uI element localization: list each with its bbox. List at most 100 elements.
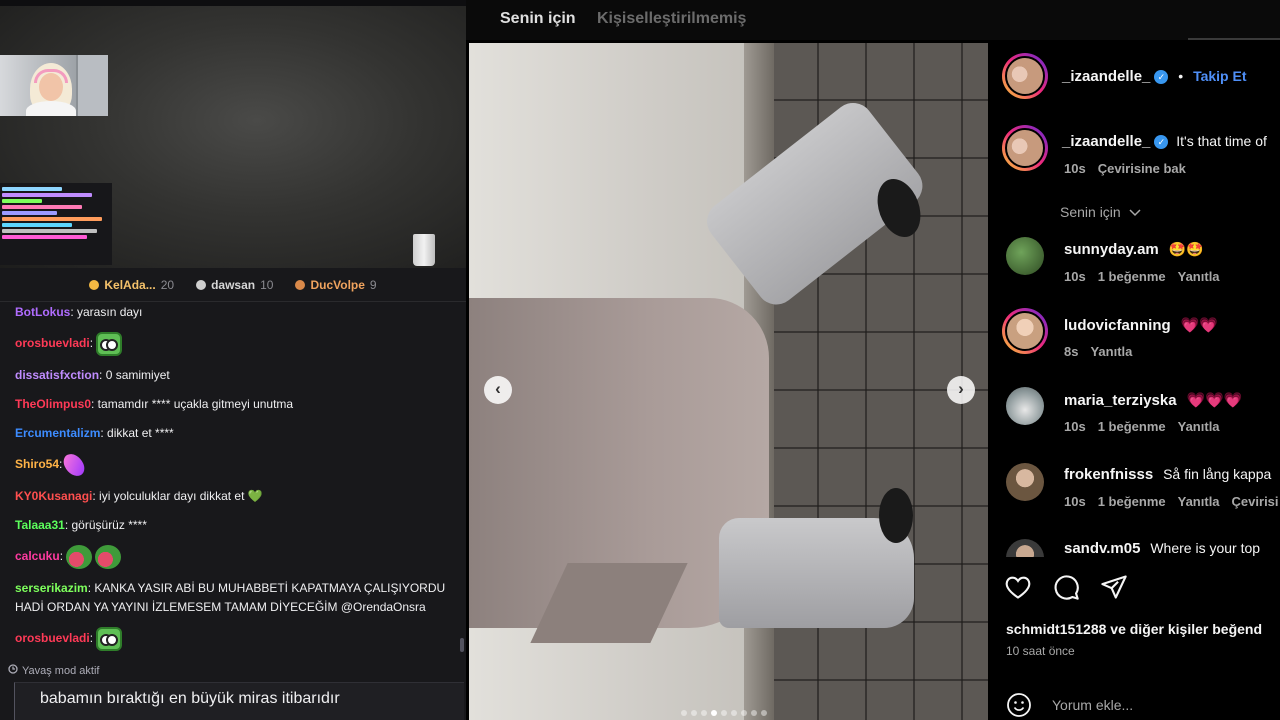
commenter-avatar[interactable] [1006, 463, 1044, 501]
comment-composer: Yorum ekle... [1006, 692, 1280, 720]
carousel-dot[interactable] [731, 710, 737, 716]
melon-emote-icon[interactable] [95, 545, 122, 569]
chevron-down-icon [1125, 204, 1141, 220]
chat-username[interactable]: TheOlimpus0 [15, 397, 91, 411]
chat-username[interactable]: orosbuevladi [15, 336, 90, 350]
chat-text: : [59, 457, 63, 472]
commenter-avatar[interactable] [1002, 308, 1048, 354]
reply-button[interactable]: Yanıtla [1090, 344, 1132, 359]
carousel-dot[interactable] [761, 710, 767, 716]
post-side-panel: _izaandelle_ ✓ • Takip Et _izaandelle_ ✓ I… [988, 43, 1280, 720]
chat-text: : dikkat et **** [100, 426, 174, 440]
chat-username[interactable]: orosbuevladi [15, 631, 90, 645]
clock-icon [8, 664, 18, 677]
tab-non-personalized[interactable]: Kişiselleştirilmemiş [597, 10, 746, 28]
commenter-avatar[interactable] [1006, 387, 1044, 425]
chat-username[interactable]: dissatisfxction [15, 368, 99, 382]
carousel-dot[interactable] [691, 710, 697, 716]
comment-text: 💗💗💗 [1186, 392, 1243, 409]
comment-username[interactable]: frokenfnisss [1064, 466, 1153, 483]
feed-tabs: Senin için Kişiselleştirilmemiş [466, 0, 1280, 40]
chat-text: : görüşürüz **** [64, 518, 147, 532]
post-photo[interactable]: ‹ › [469, 43, 988, 720]
comment-username[interactable]: sunnyday.am [1064, 241, 1159, 258]
comment-time: 10s [1064, 419, 1086, 434]
chat-message: orosbuevladi: [15, 627, 450, 651]
melon-emote-icon[interactable] [66, 545, 93, 569]
carousel-dot[interactable] [701, 710, 707, 716]
comment-item-clipped: sandv.m05 Where is your top [988, 535, 1280, 557]
frog-emote-icon[interactable] [96, 627, 123, 651]
stream-video[interactable] [0, 0, 466, 268]
chat-message: calcuku: [15, 545, 450, 569]
chat-log[interactable]: BotLokus: yarasın dayı orosbuevladi: dissa… [0, 303, 460, 658]
comment-username[interactable]: ludovicfanning [1064, 317, 1171, 334]
comment-line: sandv.m05 Where is your top [1064, 540, 1260, 557]
comment-time: 8s [1064, 344, 1079, 359]
carousel-dot[interactable] [721, 710, 727, 716]
comment-likes[interactable]: 1 beğenme [1098, 269, 1166, 284]
carousel-dot[interactable] [741, 710, 747, 716]
frog-emote-icon[interactable] [96, 332, 123, 356]
tab-for-you[interactable]: Senin için [500, 10, 576, 28]
chat-username[interactable]: serserikazim [15, 581, 88, 595]
comment-bubble-icon[interactable] [1052, 573, 1080, 604]
carousel-dot[interactable] [711, 710, 717, 716]
chat-username[interactable]: Shiro54 [15, 457, 59, 471]
carousel-dot[interactable] [751, 710, 757, 716]
previous-image-button[interactable]: ‹ [484, 376, 512, 404]
chat-text: : yarasın dayı [70, 305, 143, 319]
comment-item: sunnyday.am 🤩🤩 [1064, 241, 1204, 258]
likes-rest[interactable]: ve diğer kişiler beğend [1106, 621, 1262, 637]
likes-summary: schmidt151288 ve diğer kişiler beğend [1006, 621, 1262, 637]
chat-username[interactable]: Ercumentalizm [15, 426, 100, 440]
author-username[interactable]: _izaandelle_ [1062, 68, 1150, 85]
caption-username[interactable]: _izaandelle_ [1062, 133, 1150, 150]
translate-link[interactable]: Çevirisi [1232, 494, 1279, 509]
like-heart-icon[interactable] [1004, 573, 1032, 604]
reply-button[interactable]: Yanıtla [1178, 419, 1220, 434]
comment-meta: 10s 1 beğenme Yanıtla [1064, 269, 1232, 284]
share-send-icon[interactable] [1100, 573, 1128, 604]
reply-button[interactable]: Yanıtla [1178, 494, 1220, 509]
post-actions [1004, 573, 1128, 604]
comment-meta: 10s 1 beğenme Yanıtla [1064, 419, 1232, 434]
gold-medal-icon [89, 279, 100, 290]
next-image-button[interactable]: › [947, 376, 975, 404]
caption-avatar[interactable] [1002, 125, 1048, 171]
reply-button[interactable]: Yanıtla [1178, 269, 1220, 284]
chat-input[interactable]: babamın bıraktığı en büyük miras itibarı… [14, 682, 464, 720]
commenter-avatar[interactable] [1006, 237, 1044, 275]
leaderboard-entry[interactable]: KelAda... 20 [89, 278, 174, 292]
comment-item: frokenfnisss Så fin lång kappa [1064, 466, 1271, 483]
comment-text: Så fin lång kappa [1163, 466, 1272, 482]
chat-scrollbar[interactable] [460, 638, 464, 652]
chat-text: : tamamdır **** uçakla gitmeyi unutma [91, 397, 294, 411]
translate-link[interactable]: Çevirisine bak [1098, 161, 1186, 176]
emoji-icon[interactable] [1006, 692, 1032, 720]
post-header: _izaandelle_ ✓ • Takip Et [1062, 68, 1247, 85]
sort-label: Senin için [1060, 204, 1121, 220]
leaderboard-entry[interactable]: dawsan 10 [196, 278, 273, 292]
leaderboard-entry[interactable]: DucVolpe 9 [295, 278, 377, 292]
carousel-dot[interactable] [681, 710, 687, 716]
author-avatar[interactable] [1002, 53, 1048, 99]
chat-text: : [89, 336, 94, 351]
leaderboard-score: 10 [260, 277, 274, 292]
comment-likes[interactable]: 1 beğenme [1098, 419, 1166, 434]
comment-sort-dropdown[interactable]: Senin için [1060, 204, 1141, 220]
comment-username[interactable]: maria_terziyska [1064, 392, 1177, 409]
comment-likes[interactable]: 1 beğenme [1098, 494, 1166, 509]
liker-username[interactable]: schmidt151288 [1006, 621, 1106, 637]
comment-username[interactable]: sandv.m05 [1064, 540, 1140, 557]
pink-emote-icon[interactable] [61, 450, 88, 480]
follow-button[interactable]: Takip Et [1193, 68, 1246, 84]
caption-meta: 10s Çevirisine bak [1064, 161, 1198, 176]
comment-meta: 8s Yanıtla [1064, 344, 1144, 359]
comment-input[interactable]: Yorum ekle... [1052, 697, 1133, 713]
commenter-avatar[interactable] [1006, 539, 1044, 557]
chat-username[interactable]: Talaaa31 [15, 518, 65, 532]
chat-username[interactable]: BotLokus [15, 305, 70, 319]
chat-username[interactable]: calcuku [15, 549, 60, 563]
chat-username[interactable]: KY0Kusanagi [15, 489, 92, 503]
